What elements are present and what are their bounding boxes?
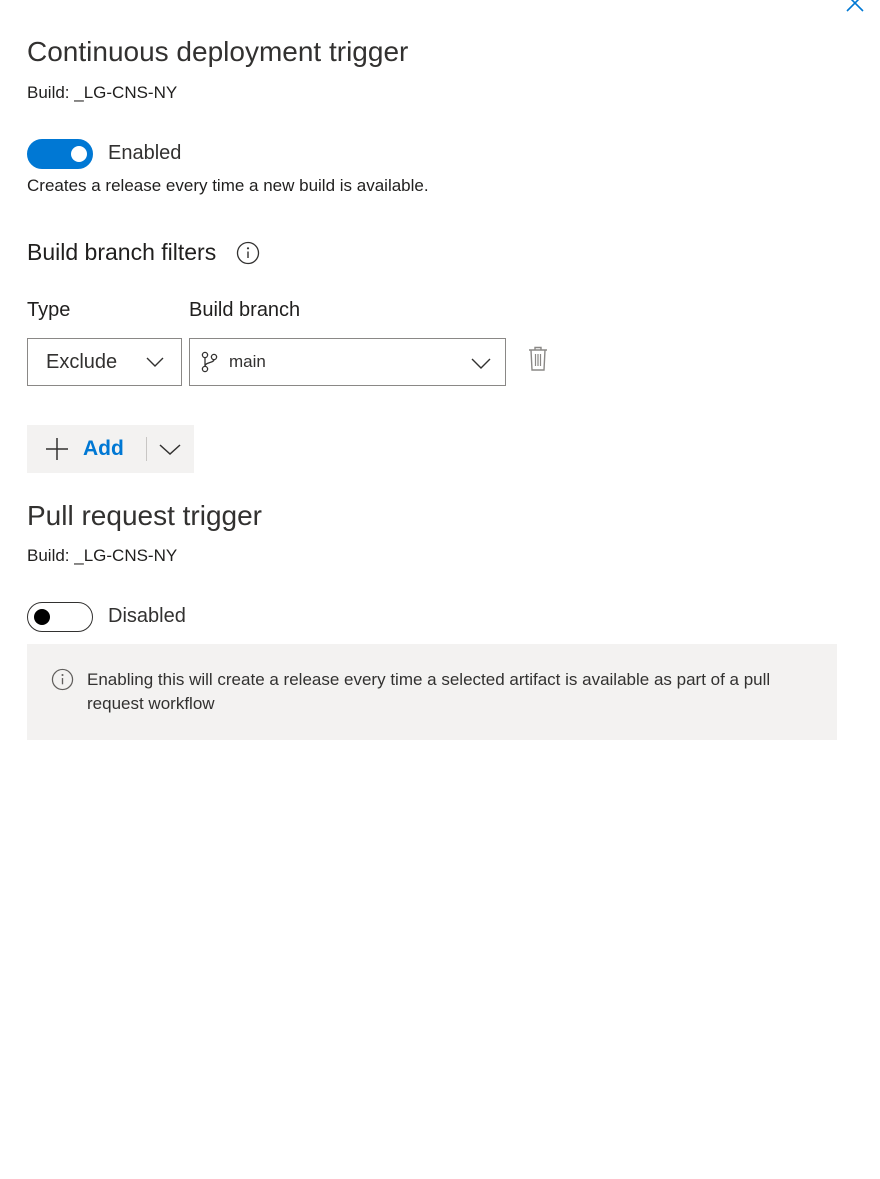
type-column-label: Type	[27, 299, 71, 321]
cd-trigger-title: Continuous deployment trigger	[27, 36, 409, 67]
cd-build-label: Build: _LG-CNS-NY	[27, 83, 178, 102]
pr-build-label: Build: _LG-CNS-NY	[27, 546, 178, 565]
info-icon	[236, 241, 260, 265]
add-options-dropdown-button[interactable]	[147, 425, 193, 473]
build-branch-dropdown[interactable]: main	[189, 338, 506, 386]
filter-type-dropdown[interactable]: Exclude	[27, 338, 182, 386]
toggle-knob	[34, 609, 50, 625]
branch-column-label: Build branch	[189, 299, 301, 321]
close-button[interactable]	[840, 0, 870, 16]
toggle-knob	[71, 146, 87, 162]
filter-type-value: Exclude	[46, 350, 118, 373]
pr-trigger-title: Pull request trigger	[27, 500, 263, 531]
pr-info-message-text: Enabling this will create a release ever…	[87, 670, 771, 713]
pr-toggle-label: Disabled	[108, 605, 186, 627]
cd-enabled-toggle[interactable]	[27, 139, 93, 169]
chevron-down-icon	[471, 358, 491, 369]
add-filter-button[interactable]: Add	[27, 425, 146, 473]
pr-disabled-toggle[interactable]	[27, 602, 93, 632]
trash-icon	[529, 346, 547, 371]
chevron-down-icon	[146, 357, 164, 367]
branch-filters-title: Build branch filters	[27, 239, 217, 265]
add-button-label: Add	[83, 437, 124, 460]
pr-info-message-bar: Enabling this will create a release ever…	[27, 644, 837, 740]
chevron-down-icon	[159, 443, 181, 455]
plus-icon	[46, 438, 68, 460]
branch-filters-info-button[interactable]	[236, 241, 260, 265]
delete-filter-button[interactable]	[527, 345, 549, 373]
close-icon	[846, 0, 864, 12]
cd-toggle-label: Enabled	[108, 142, 182, 164]
cd-description: Creates a release every time a new build…	[27, 176, 429, 195]
info-icon	[51, 668, 74, 691]
add-filter-split-button: Add	[27, 425, 194, 473]
git-branch-icon	[201, 351, 218, 373]
build-branch-value: main	[229, 352, 266, 371]
